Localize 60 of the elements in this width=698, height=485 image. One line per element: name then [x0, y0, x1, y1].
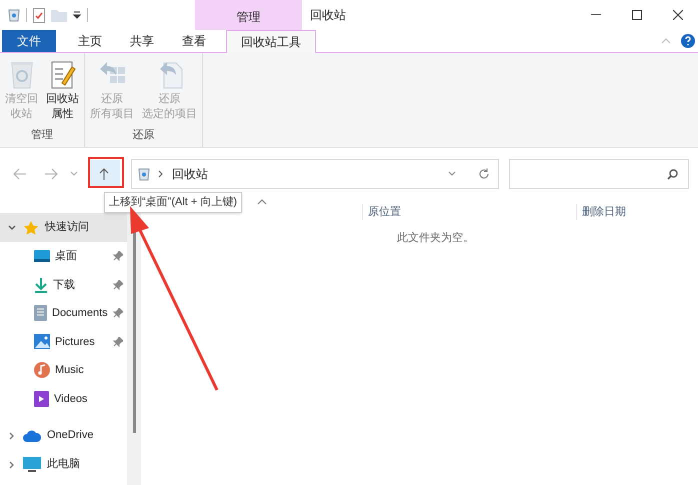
video-icon [34, 390, 49, 407]
pin-icon[interactable] [113, 308, 123, 318]
search-icon [667, 168, 678, 180]
cloud-icon [23, 430, 41, 442]
search-field[interactable] [509, 159, 689, 189]
recycle-bin-icon [138, 168, 150, 180]
highlight-frame [88, 157, 124, 188]
desktop-icon [34, 249, 50, 264]
sidebar-item[interactable]: 快速访问 [0, 213, 127, 242]
sidebar-item[interactable]: Videos [0, 384, 127, 413]
ribbon-tab[interactable]: 共享 [116, 30, 168, 52]
ribbon-tab[interactable]: 文件 [2, 30, 56, 52]
empty-folder-message: 此文件夹为空。 [396, 230, 475, 246]
sidebar-item[interactable]: Pictures [0, 328, 127, 356]
chevron-right-icon [158, 170, 164, 178]
ribbon-button[interactable]: 回收站 属性 [43, 59, 82, 126]
address-bar[interactable]: 回收站 [131, 159, 499, 189]
recycle-bin-icon [8, 59, 34, 89]
star-icon [23, 220, 39, 236]
ribbon-tab[interactable]: 回收站工具 [226, 30, 316, 53]
picture-icon [34, 334, 50, 350]
pin-icon[interactable] [113, 251, 123, 262]
properties-icon[interactable] [33, 8, 45, 22]
column-header[interactable]: 原位置 [362, 204, 576, 220]
pin-icon[interactable] [113, 280, 123, 290]
computer-icon [23, 456, 41, 472]
sidebar-item[interactable]: 桌面 [0, 242, 127, 270]
address-path[interactable]: 回收站 [172, 165, 208, 183]
sidebar-item[interactable]: Documents [0, 299, 127, 328]
group-label: 管理 [31, 128, 53, 142]
refresh-icon[interactable] [478, 168, 490, 180]
sidebar-item[interactable]: Music [0, 356, 127, 384]
sidebar-item[interactable]: OneDrive [0, 421, 127, 450]
chevron-up-icon[interactable] [661, 38, 671, 44]
contextual-tab-group: 管理 [195, 0, 302, 30]
up-arrow-icon [99, 168, 109, 180]
help-icon[interactable] [681, 34, 695, 48]
music-icon [34, 362, 50, 378]
ribbon-tab[interactable]: 查看 [168, 30, 220, 52]
sidebar-item[interactable]: 下载 [0, 270, 127, 299]
document-icon [34, 305, 47, 322]
window-title: 回收站 [310, 7, 346, 24]
tooltip: 上移到“桌面”(Alt + 向上键) [104, 192, 242, 212]
chevron-down-icon[interactable] [7, 222, 17, 232]
sidebar-item[interactable]: 此电脑 [0, 450, 127, 479]
back-arrow-icon[interactable] [13, 168, 27, 180]
close-icon [672, 10, 682, 20]
recycle-bin-icon[interactable] [8, 8, 20, 22]
download-icon [34, 276, 48, 293]
column-header[interactable]: 删除日期 [576, 204, 626, 220]
minimize-icon [590, 14, 600, 16]
properties-icon [50, 59, 76, 89]
pin-icon[interactable] [113, 336, 123, 347]
group-label: 还原 [132, 128, 154, 142]
sort-caret-icon[interactable] [257, 199, 267, 205]
ribbon-tab[interactable]: 主页 [64, 30, 116, 52]
forward-arrow-icon[interactable] [44, 168, 58, 180]
maximize-icon [632, 10, 642, 20]
chevron-down-icon[interactable] [448, 171, 456, 177]
dropdown-icon[interactable] [73, 11, 81, 19]
